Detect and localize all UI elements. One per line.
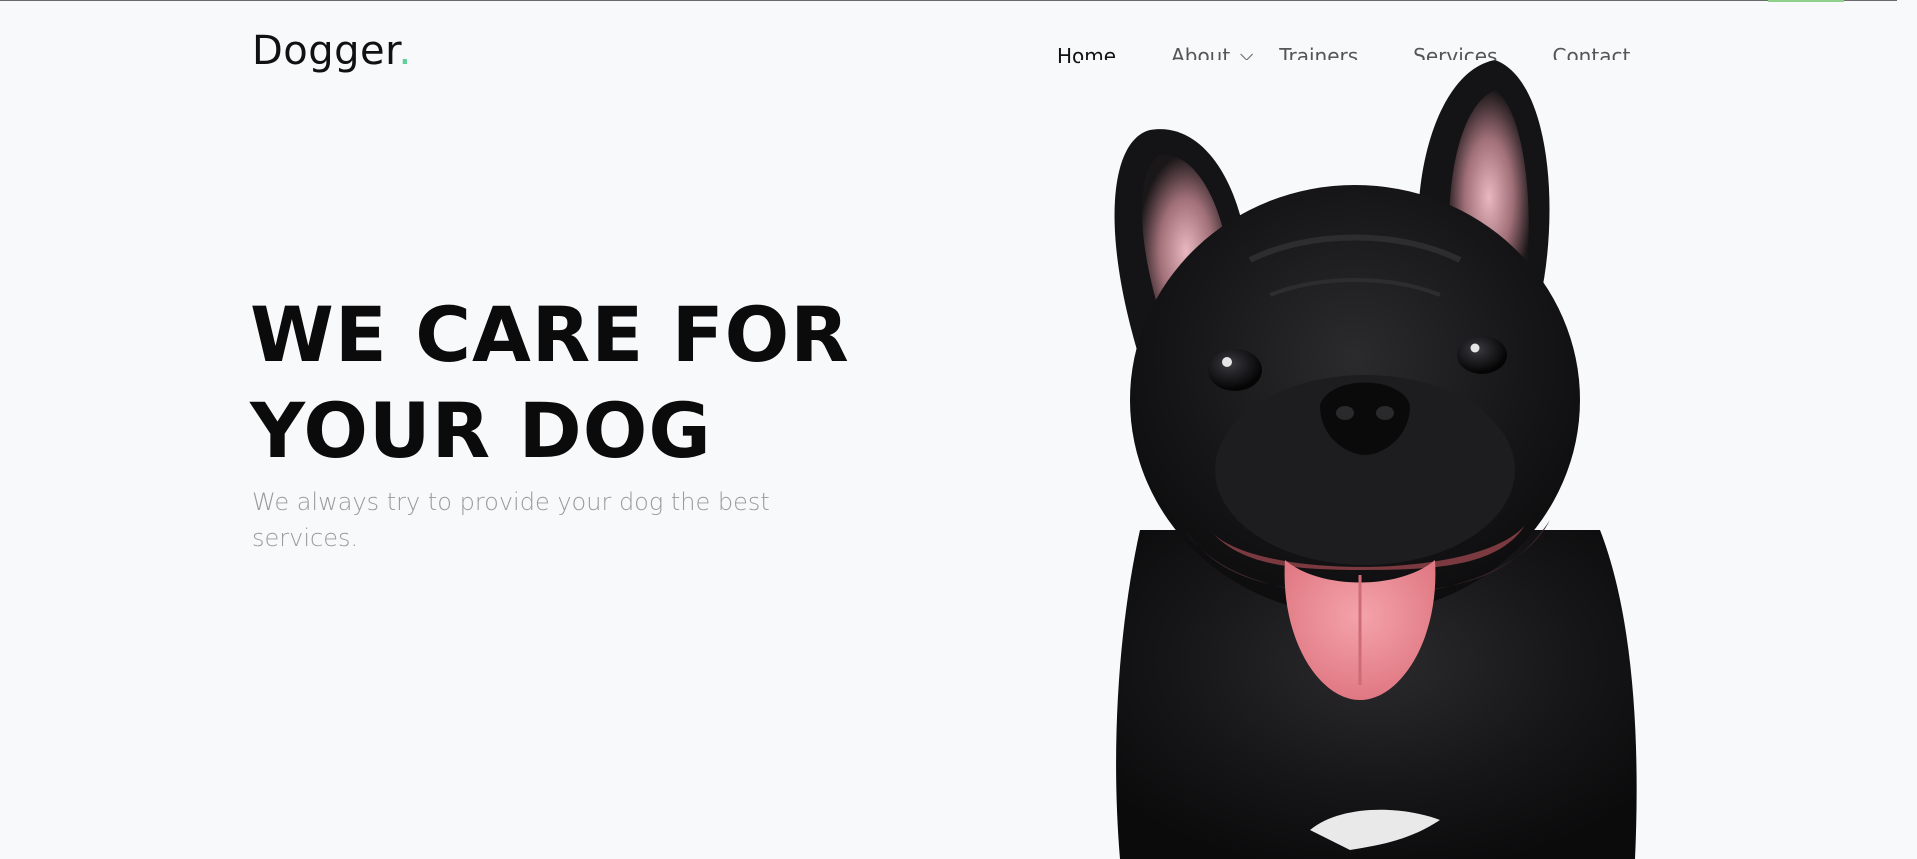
chevron-down-icon — [1240, 47, 1254, 61]
french-bulldog-image — [1080, 60, 1650, 859]
logo-link[interactable]: Dogger. — [252, 28, 412, 74]
hero-title: WE CARE FOR YOUR DOG — [250, 287, 850, 479]
logo-text: Dogger — [252, 28, 399, 74]
top-accent-bar — [1768, 0, 1844, 2]
page: Dogger. Home About Trainers Services Con… — [0, 0, 1897, 859]
logo-dot: . — [398, 28, 412, 74]
hero-title-line1: WE CARE FOR — [250, 290, 850, 379]
hero-subtitle: We always try to provide your dog the be… — [252, 488, 770, 552]
top-border — [0, 0, 1897, 1]
hero-title-line2: YOUR DOG — [250, 386, 712, 475]
